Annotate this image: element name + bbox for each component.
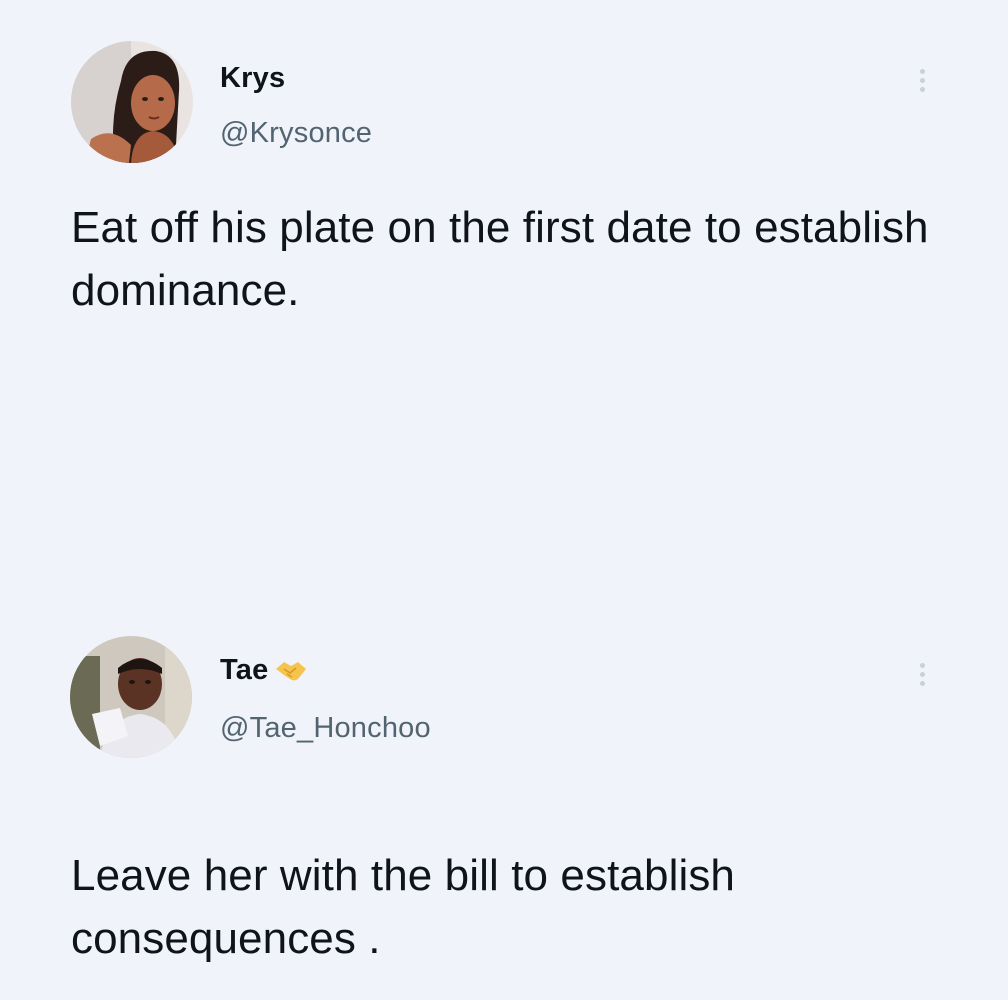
avatar-photo-woman-icon: [71, 41, 193, 163]
handshake-emoji-icon: [274, 657, 308, 685]
display-name[interactable]: Tae: [220, 654, 268, 687]
name-row: Krys: [220, 62, 285, 95]
display-name[interactable]: Krys: [220, 62, 285, 95]
user-handle[interactable]: @Krysonce: [220, 117, 372, 150]
tweet-text: Eat off his plate on the first date to e…: [71, 203, 929, 315]
avatar-photo-man-icon: [70, 636, 192, 758]
vertical-ellipsis-icon: [919, 662, 925, 668]
vertical-ellipsis-icon: [919, 68, 925, 74]
user-handle[interactable]: @Tae_Honchoo: [220, 712, 431, 745]
more-options-button[interactable]: [912, 656, 932, 692]
avatar-tae[interactable]: [70, 636, 192, 758]
avatar-krys[interactable]: [71, 41, 193, 163]
tweet-krys: Krys @Krysonce Eat off his plate on the …: [0, 0, 1008, 600]
name-row: Tae: [220, 654, 308, 687]
tweet-text: Leave her with the bill to establish con…: [71, 851, 735, 963]
tweet-tae: Tae @Tae_Honchoo Leave her with the bill…: [0, 600, 1008, 1000]
more-options-button[interactable]: [912, 62, 932, 98]
tweet-screenshot: Krys @Krysonce Eat off his plate on the …: [0, 0, 1008, 1000]
